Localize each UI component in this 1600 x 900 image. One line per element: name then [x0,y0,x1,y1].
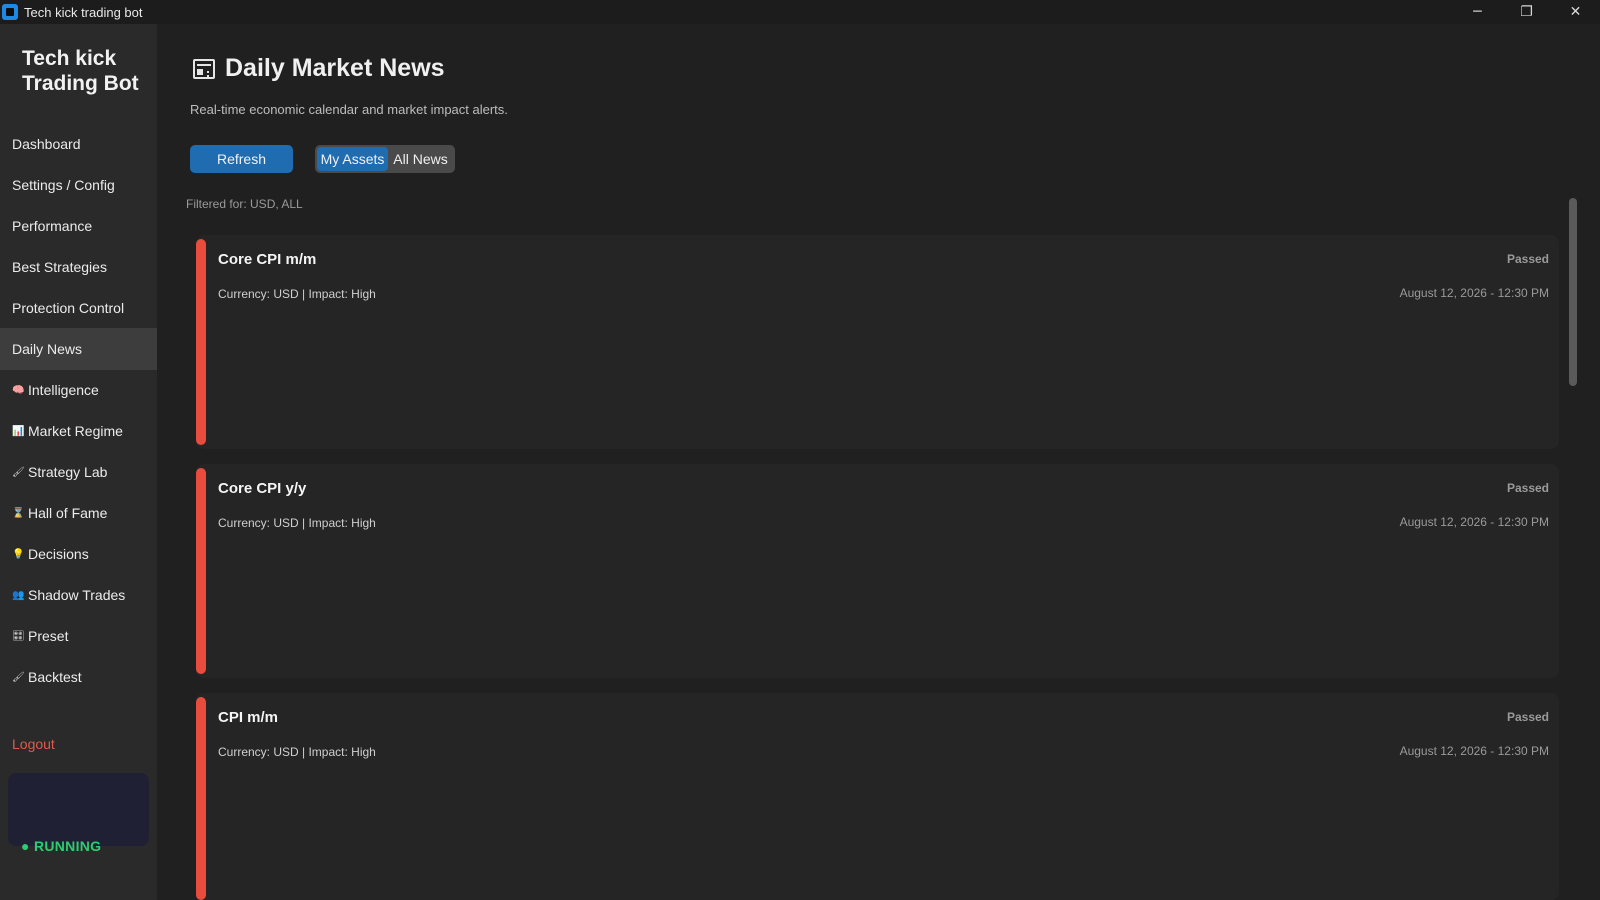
refresh-button[interactable]: Refresh [190,145,293,173]
news-date: August 12, 2026 - 12:30 PM [1399,744,1549,758]
sidebar-item-label: Intelligence [28,382,99,398]
impact-indicator [196,239,206,445]
main-content: Daily Market News Real-time economic cal… [157,24,1600,900]
sidebar-item-label: Strategy Lab [28,464,108,480]
news-status: Passed [1506,481,1549,495]
close-button[interactable]: ✕ [1551,0,1600,24]
sidebar-item-label: Dashboard [12,136,81,152]
brand-title: Tech kick Trading Bot [22,47,139,95]
logout-link[interactable]: Logout [12,736,55,752]
brush-icon: 🖌 [12,466,25,478]
sidebar-item-dashboard[interactable]: Dashboard [0,123,157,165]
bar-chart-icon: 📊 [12,425,25,437]
sidebar: Tech kick Trading Bot Dashboard Settings… [0,24,157,900]
news-meta: Currency: USD | Impact: High [218,516,376,530]
maximize-button[interactable]: ❐ [1502,0,1551,24]
news-card: Core CPI y/y Currency: USD | Impact: Hig… [196,464,1559,678]
news-date: August 12, 2026 - 12:30 PM [1399,286,1549,300]
news-meta: Currency: USD | Impact: High [218,287,376,301]
sidebar-item-label: Protection Control [12,300,125,316]
sidebar-item-backtest[interactable]: 🖌 Backtest [0,656,157,698]
page-title: Daily Market News [225,54,445,82]
minimize-button[interactable]: ─ [1453,0,1502,24]
sidebar-item-label: Preset [28,628,69,644]
status-panel [8,773,149,846]
sliders-icon: 🎛 [12,630,25,642]
page-header: Daily Market News [193,54,445,83]
news-card: Core CPI m/m Currency: USD | Impact: Hig… [196,235,1559,449]
news-title: CPI m/m [218,709,279,726]
brain-icon: 🧠 [12,384,25,396]
news-status: Passed [1506,252,1549,266]
sidebar-item-protection-control[interactable]: Protection Control [0,287,157,329]
hourglass-icon: ⌛ [12,507,25,519]
all-news-tab[interactable]: All News [388,147,453,171]
filter-label: Filtered for: USD, ALL [186,197,303,211]
news-title: Core CPI y/y [218,480,307,497]
news-filter-toggle: My Assets All News [315,145,455,173]
sidebar-item-market-regime[interactable]: 📊 Market Regime [0,410,157,452]
sidebar-item-settings[interactable]: Settings / Config [0,164,157,206]
sidebar-item-label: Backtest [28,669,82,685]
impact-indicator [196,697,206,900]
sidebar-item-performance[interactable]: Performance [0,205,157,247]
newspaper-icon [193,58,215,79]
news-title: Core CPI m/m [218,251,317,268]
sidebar-item-preset[interactable]: 🎛 Preset [0,615,157,657]
sidebar-item-strategy-lab[interactable]: 🖌 Strategy Lab [0,451,157,493]
window-title: Tech kick trading bot [24,4,143,20]
news-status: Passed [1506,710,1549,724]
sidebar-item-label: Settings / Config [12,177,115,193]
news-card: CPI m/m Currency: USD | Impact: High Pas… [196,693,1559,900]
sidebar-item-label: Best Strategies [12,259,107,275]
lightbulb-icon: 💡 [12,548,25,560]
sidebar-item-decisions[interactable]: 💡 Decisions [0,533,157,575]
sidebar-item-label: Market Regime [28,423,123,439]
news-date: August 12, 2026 - 12:30 PM [1399,515,1549,529]
sidebar-item-label: Decisions [28,546,89,562]
news-meta: Currency: USD | Impact: High [218,745,376,759]
sidebar-item-label: Hall of Fame [28,505,108,521]
sidebar-item-best-strategies[interactable]: Best Strategies [0,246,157,288]
scrollbar-thumb[interactable] [1569,198,1577,386]
impact-indicator [196,468,206,674]
page-subtitle: Real-time economic calendar and market i… [190,102,508,117]
sidebar-item-label: Daily News [12,341,83,357]
window-controls: ─ ❐ ✕ [1453,0,1600,24]
window-title-bar: Tech kick trading bot ─ ❐ ✕ [0,0,1600,24]
brush-icon: 🖌 [12,671,25,683]
sidebar-item-label: Shadow Trades [28,587,126,603]
sidebar-item-hall-of-fame[interactable]: ⌛ Hall of Fame [0,492,157,534]
sidebar-item-daily-news[interactable]: Daily News [0,328,157,370]
app-icon [2,4,18,20]
sidebar-item-intelligence[interactable]: 🧠 Intelligence [0,369,157,411]
my-assets-tab[interactable]: My Assets [317,147,388,171]
running-status: ● RUNNING [21,838,102,854]
sidebar-item-label: Performance [12,218,93,234]
sidebar-item-shadow-trades[interactable]: 👥 Shadow Trades [0,574,157,616]
users-icon: 👥 [12,589,25,601]
